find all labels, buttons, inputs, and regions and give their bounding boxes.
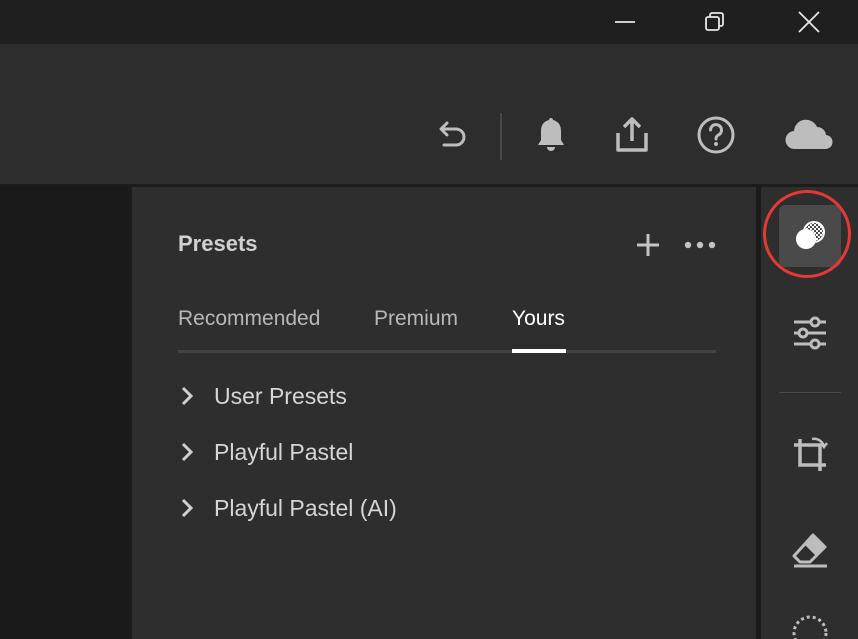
restore-button[interactable] (692, 0, 738, 44)
add-preset-button[interactable] (634, 231, 662, 259)
tab-premium[interactable]: Premium (374, 307, 458, 331)
share-icon (616, 117, 648, 152)
preset-group-playful-pastel-ai[interactable]: Playful Pastel (AI) (176, 491, 397, 525)
image-canvas-area (0, 187, 128, 639)
title-bar (0, 0, 858, 44)
chevron-right-icon (181, 386, 194, 406)
edit-sliders-icon (794, 316, 826, 350)
preset-group-label: Playful Pastel (214, 438, 354, 465)
tab-recommended[interactable]: Recommended (178, 307, 320, 331)
close-icon (798, 11, 820, 33)
preset-group-user-presets[interactable]: User Presets (176, 379, 347, 413)
more-icon (684, 241, 716, 249)
bell-icon (538, 118, 564, 151)
highlight-annotation (763, 190, 851, 278)
mask-tool-button[interactable] (779, 614, 841, 639)
preset-group-playful-pastel[interactable]: Playful Pastel (176, 435, 353, 469)
share-button[interactable] (612, 110, 652, 160)
help-button[interactable] (696, 110, 736, 160)
toolbar-divider (500, 113, 502, 160)
rail-divider (779, 392, 841, 393)
minimize-button[interactable] (602, 0, 648, 44)
cloud-sync-button[interactable] (782, 110, 836, 160)
active-tab-indicator (512, 349, 566, 353)
mask-icon (792, 615, 828, 639)
cloud-icon (785, 119, 833, 150)
chevron-right-icon (181, 442, 194, 462)
crop-icon (794, 437, 828, 471)
restore-icon (705, 12, 724, 31)
close-button[interactable] (786, 0, 832, 44)
undo-button[interactable] (432, 110, 472, 160)
panel-title: Presets (178, 231, 258, 256)
minimize-icon (615, 21, 635, 23)
tab-yours[interactable]: Yours (512, 307, 565, 331)
tab-track (178, 350, 716, 353)
eraser-icon (792, 533, 827, 568)
edit-tool-button[interactable] (779, 302, 841, 364)
help-icon (697, 116, 735, 154)
chevron-right-icon (181, 498, 194, 518)
preset-group-label: User Presets (214, 382, 347, 409)
more-options-button[interactable] (682, 231, 718, 259)
preset-group-label: Playful Pastel (AI) (214, 494, 397, 521)
plus-icon (637, 234, 659, 256)
eraser-tool-button[interactable] (779, 519, 841, 581)
crop-tool-button[interactable] (779, 424, 841, 486)
undo-icon (439, 121, 466, 147)
notifications-button[interactable] (531, 110, 571, 160)
